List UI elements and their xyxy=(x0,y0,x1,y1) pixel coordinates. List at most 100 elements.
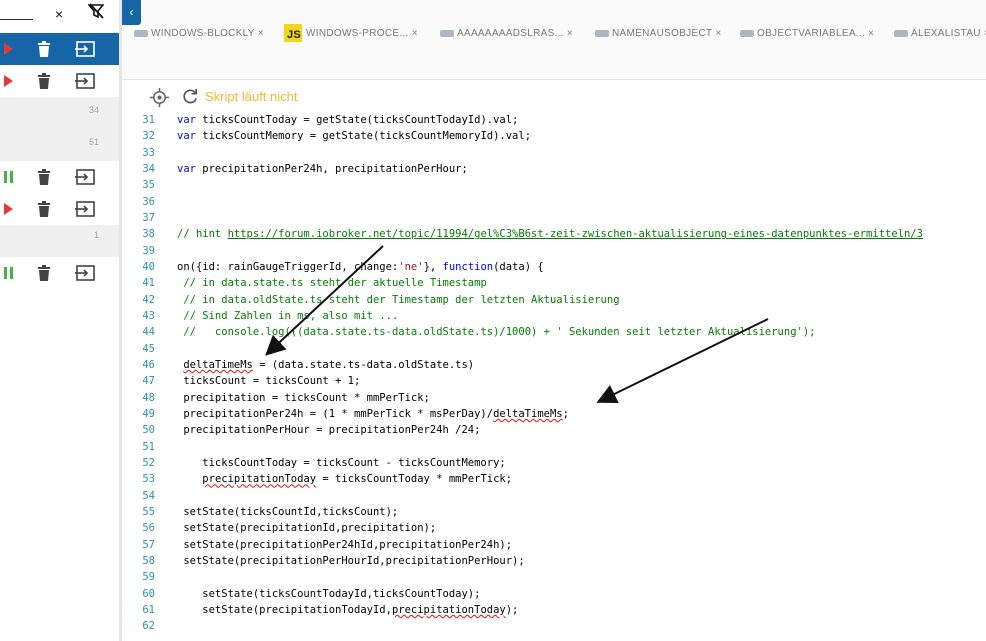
close-tab-icon[interactable]: × xyxy=(567,28,573,39)
script-tab[interactable]: JS WINDOWS-PROCE... × xyxy=(284,22,418,44)
script-list-item[interactable]: 1 xyxy=(0,225,119,257)
script-badge-icon xyxy=(740,29,754,37)
code-line[interactable]: 51 xyxy=(122,439,986,455)
code-line[interactable]: 52 ticksCountToday = ticksCount - ticksC… xyxy=(122,455,986,471)
line-number: 43 xyxy=(142,309,155,322)
line-number: 62 xyxy=(142,620,155,633)
code-line[interactable]: 50 precipitationPerHour = precipitationP… xyxy=(122,422,986,438)
run-script-icon[interactable] xyxy=(0,40,16,58)
line-number: 47 xyxy=(142,375,155,388)
line-number: 50 xyxy=(142,424,155,437)
tab-label: OBJECTVARIABLEA... xyxy=(757,27,866,39)
code-line[interactable]: 61 setState(precipitationTodayId,precipi… xyxy=(122,602,986,618)
close-tab-icon[interactable]: × xyxy=(412,28,418,39)
code-line[interactable]: 39 xyxy=(122,243,986,259)
code-line[interactable]: 54 xyxy=(122,488,986,504)
code-line[interactable]: 56 setState(precipitationId,precipitatio… xyxy=(122,520,986,536)
script-list-item[interactable] xyxy=(0,193,119,225)
pause-script-icon[interactable] xyxy=(0,168,16,186)
filter-off-icon[interactable] xyxy=(87,3,105,24)
line-number: 55 xyxy=(142,505,155,518)
code-line[interactable]: 45 xyxy=(122,341,986,357)
line-number: 58 xyxy=(142,554,155,567)
code-line[interactable]: 53 precipitationToday = ticksCountToday … xyxy=(122,471,986,487)
code-line[interactable]: 62 xyxy=(122,618,986,634)
code-line[interactable]: 46 deltaTimeMs = (data.state.ts-data.old… xyxy=(122,357,986,373)
script-tab[interactable]: AAAAAAAADSLRAS... × xyxy=(440,22,573,44)
line-number: 34 xyxy=(142,162,155,175)
code-line[interactable]: 58 setState(precipitationPerHourId,preci… xyxy=(122,553,986,569)
close-tab-icon[interactable]: × xyxy=(258,28,264,39)
search-input[interactable] xyxy=(0,19,33,20)
pause-script-icon[interactable] xyxy=(0,264,16,282)
line-number: 52 xyxy=(142,456,155,469)
script-tab[interactable]: NAMENAUSOBJECT × xyxy=(595,22,721,44)
script-list-item[interactable] xyxy=(0,33,119,65)
code-line[interactable]: 37 xyxy=(122,210,986,226)
code-line[interactable]: 49 precipitationPer24h = (1 * mmPerTick … xyxy=(122,406,986,422)
code-text: precipitationPer24h = (1 * mmPerTick * m… xyxy=(177,407,569,420)
export-icon[interactable] xyxy=(74,168,96,186)
code-text: setState(precipitationTodayId,precipitat… xyxy=(177,603,519,616)
script-list-item[interactable]: 51 xyxy=(0,129,119,161)
script-tab[interactable]: ALEXALISTAU× xyxy=(894,22,986,44)
code-line[interactable]: 33 xyxy=(122,145,986,161)
run-script-icon[interactable] xyxy=(0,200,16,218)
trash-icon[interactable] xyxy=(36,200,52,218)
code-line[interactable]: 32 var ticksCountMemory = getState(ticksC… xyxy=(122,128,986,144)
code-line[interactable]: 40 on({id: rainGaugeTriggerId, change:'ne… xyxy=(122,259,986,275)
trash-icon[interactable] xyxy=(36,264,52,282)
code-text: precipitation = ticksCount * mmPerTick; xyxy=(177,391,430,404)
export-icon[interactable] xyxy=(74,200,96,218)
script-tab[interactable]: WINDOWS-BLOCKLY × xyxy=(134,22,264,44)
code-line[interactable]: 48 precipitation = ticksCount * mmPerTic… xyxy=(122,390,986,406)
script-tab[interactable]: OBJECTVARIABLEA... × xyxy=(740,22,874,44)
code-text: setState(ticksCountTodayId,ticksCountTod… xyxy=(177,587,481,600)
code-line[interactable]: 34 var precipitationPer24h, precipitation… xyxy=(122,161,986,177)
close-tab-icon[interactable]: × xyxy=(715,28,721,39)
code-editor[interactable]: 31 var ticksCountToday = getState(ticksCo… xyxy=(122,112,986,641)
trash-icon[interactable] xyxy=(36,168,52,186)
code-line[interactable]: 44 // console.log(((data.state.ts-data.o… xyxy=(122,324,986,340)
reload-icon[interactable] xyxy=(182,88,199,105)
export-icon[interactable] xyxy=(74,40,96,58)
line-number: 44 xyxy=(142,326,155,339)
line-number: 35 xyxy=(142,179,155,192)
script-tabs-bar: ‹ WINDOWS-BLOCKLY × JS WINDOWS-PROCE... × AAA… xyxy=(122,0,986,80)
line-number: 48 xyxy=(142,391,155,404)
line-number: 53 xyxy=(142,473,155,486)
code-line[interactable]: 36 xyxy=(122,194,986,210)
script-list-item[interactable] xyxy=(0,257,119,289)
code-line[interactable]: 42 // in data.oldState.ts steht der Time… xyxy=(122,292,986,308)
code-line[interactable]: 60 setState(ticksCountTodayId,ticksCount… xyxy=(122,586,986,602)
code-text: ticksCountToday = ticksCount - ticksCoun… xyxy=(177,456,506,469)
code-text: setState(precipitationPerHourId,precipit… xyxy=(177,554,525,567)
trash-icon[interactable] xyxy=(36,72,52,90)
code-text: // in data.state.ts steht der aktuelle T… xyxy=(183,277,487,290)
code-text: precipitationPerHour = precipitationPer2… xyxy=(177,424,481,437)
js-icon: JS xyxy=(284,24,302,42)
code-line[interactable]: 47 ticksCount = ticksCount + 1; xyxy=(122,373,986,389)
script-list-item[interactable] xyxy=(0,161,119,193)
code-line[interactable]: 57 setState(precipitationPer24hId,precip… xyxy=(122,537,986,553)
trash-icon[interactable] xyxy=(36,40,52,58)
item-count: 34 xyxy=(88,105,99,115)
line-number: 56 xyxy=(142,522,155,535)
clear-search-icon[interactable]: × xyxy=(55,6,63,22)
target-icon[interactable] xyxy=(150,88,169,107)
tab-label: WINDOWS-BLOCKLY xyxy=(151,27,255,39)
code-text: var precipitationPer24h, precipitationPe… xyxy=(177,162,468,175)
script-list-item[interactable]: 34 xyxy=(0,97,119,129)
code-line[interactable]: 41 // in data.state.ts steht der aktuell… xyxy=(122,275,986,291)
export-icon[interactable] xyxy=(74,264,96,282)
close-tab-icon[interactable]: × xyxy=(868,28,874,39)
script-list-item[interactable] xyxy=(0,65,119,97)
code-line[interactable]: 55 setState(ticksCountId,ticksCount); xyxy=(122,504,986,520)
code-line[interactable]: 59 xyxy=(122,569,986,585)
export-icon[interactable] xyxy=(74,72,96,90)
code-line[interactable]: 38 // hint https://forum.iobroker.net/top… xyxy=(122,226,986,242)
code-line[interactable]: 31 var ticksCountToday = getState(ticksCo… xyxy=(122,112,986,128)
code-line[interactable]: 43 // Sind Zahlen in ms, also mit ... xyxy=(122,308,986,324)
code-line[interactable]: 35 xyxy=(122,177,986,193)
run-script-icon[interactable] xyxy=(0,72,16,90)
